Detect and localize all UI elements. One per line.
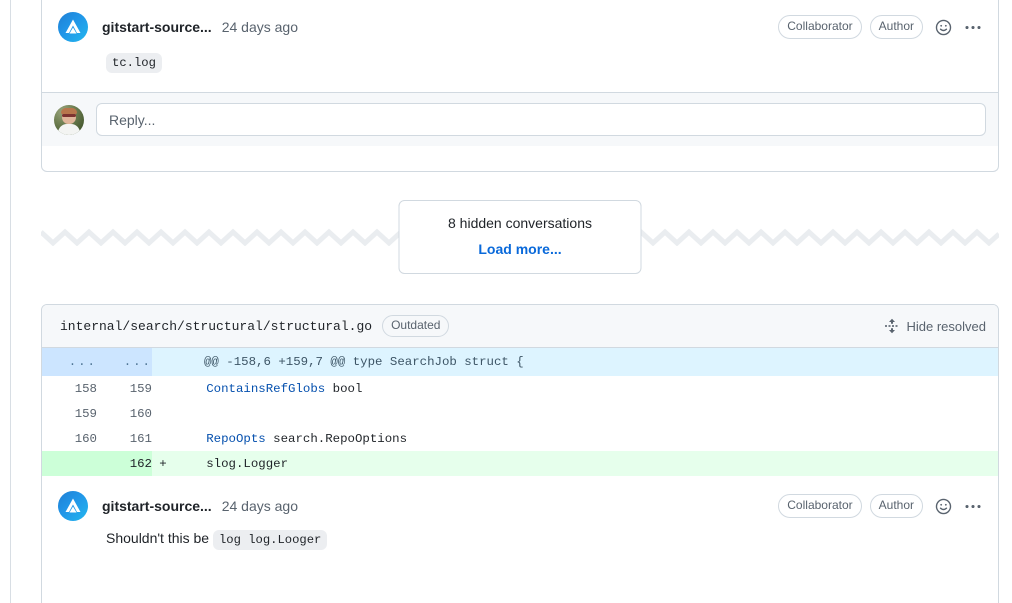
comment-timestamp[interactable]: 24 days ago bbox=[222, 19, 298, 35]
smiley-icon[interactable] bbox=[935, 19, 952, 36]
row-right-num: 161 bbox=[97, 426, 152, 451]
row-left-num: 159 bbox=[42, 401, 97, 426]
diff-table: ... ... @@ -158,6 +159,7 @@ type SearchJ… bbox=[42, 348, 998, 476]
gitstart-logo-avatar[interactable] bbox=[58, 12, 88, 42]
load-more-link[interactable]: Load more... bbox=[410, 238, 631, 260]
hidden-conversations-count: 8 hidden conversations bbox=[448, 215, 592, 231]
avatar-glasses bbox=[62, 113, 76, 117]
hunk-right-num: ... bbox=[97, 348, 152, 376]
diff-row-context: 159 160 bbox=[42, 401, 998, 426]
badge-author: Author bbox=[869, 494, 923, 518]
smiley-icon[interactable] bbox=[935, 498, 952, 515]
badge-collaborator: Collaborator bbox=[778, 15, 862, 39]
badge-collaborator: Collaborator bbox=[778, 494, 862, 518]
avatar-body bbox=[58, 123, 80, 135]
comment-timestamp[interactable]: 24 days ago bbox=[222, 498, 298, 514]
reply-row: Reply... bbox=[42, 92, 998, 146]
gitstart-logo-avatar[interactable] bbox=[58, 491, 88, 521]
reply-input[interactable]: Reply... bbox=[96, 103, 986, 136]
review-thread-file: internal/search/structural/structural.go… bbox=[41, 304, 999, 603]
row-right-num: 160 bbox=[97, 401, 152, 426]
row-left-num: 160 bbox=[42, 426, 97, 451]
row-code bbox=[174, 401, 998, 426]
row-sign bbox=[152, 426, 174, 451]
comment-author[interactable]: gitstart-source... bbox=[102, 19, 212, 35]
row-code: slog.Logger bbox=[174, 451, 998, 476]
hidden-conversations-divider: 8 hidden conversations Load more... bbox=[41, 200, 999, 276]
diff-row-context: 160 161 RepoOpts search.RepoOptions bbox=[42, 426, 998, 451]
comment-header: gitstart-source... 24 days ago Collabora… bbox=[42, 0, 998, 51]
row-left-num bbox=[42, 451, 97, 476]
diff-body: ... ... @@ -158,6 +159,7 @@ type SearchJ… bbox=[42, 348, 998, 476]
hide-resolved-button[interactable]: Hide resolved bbox=[884, 318, 987, 334]
pull-request-conversation-page: gitstart-source... 24 days ago Collabora… bbox=[0, 0, 1012, 603]
row-sign bbox=[152, 401, 174, 426]
row-code: ContainsRefGlobs bool bbox=[174, 376, 998, 401]
row-right-num: 162 bbox=[97, 451, 152, 476]
row-right-num: 159 bbox=[97, 376, 152, 401]
timeline-rail bbox=[10, 0, 11, 603]
inline-code: tc.log bbox=[106, 53, 162, 73]
review-thread-top: gitstart-source... 24 days ago Collabora… bbox=[41, 0, 999, 172]
hunk-text: @@ -158,6 +159,7 @@ type SearchJob struc… bbox=[174, 348, 998, 376]
code-token: ContainsRefGlobs bbox=[206, 381, 326, 396]
comment-header: gitstart-source... 24 days ago Collabora… bbox=[42, 476, 998, 528]
kebab-menu-icon[interactable] bbox=[964, 498, 982, 515]
file-header: internal/search/structural/structural.go… bbox=[42, 305, 998, 348]
hide-resolved-label: Hide resolved bbox=[906, 318, 987, 334]
comment-text: Shouldn't this be bbox=[106, 530, 210, 546]
code-rest: slog.Logger bbox=[206, 456, 289, 471]
code-rest: search.RepoOptions bbox=[265, 431, 408, 446]
row-sign: + bbox=[152, 451, 174, 476]
hidden-conversations-box: 8 hidden conversations Load more... bbox=[398, 200, 642, 274]
comment-body: Shouldn't this be log log.Looger bbox=[42, 528, 998, 569]
fold-icon bbox=[884, 318, 897, 334]
kebab-menu-icon[interactable] bbox=[964, 19, 982, 36]
inline-code: log log.Looger bbox=[212, 530, 328, 550]
diff-hunk-header-row: ... ... @@ -158,6 +159,7 @@ type SearchJ… bbox=[42, 348, 998, 376]
comment-body: tc.log bbox=[42, 51, 998, 92]
row-code: RepoOpts search.RepoOptions bbox=[174, 426, 998, 451]
diff-row-addition: 162 + slog.Logger bbox=[42, 451, 998, 476]
comment-author[interactable]: gitstart-source... bbox=[102, 498, 212, 514]
badge-outdated: Outdated bbox=[382, 315, 450, 337]
code-rest: bool bbox=[325, 381, 363, 396]
review-comment: gitstart-source... 24 days ago Collabora… bbox=[42, 476, 998, 569]
code-token: RepoOpts bbox=[206, 431, 266, 446]
row-sign bbox=[152, 376, 174, 401]
file-path[interactable]: internal/search/structural/structural.go bbox=[60, 319, 372, 334]
hunk-sign bbox=[152, 348, 174, 376]
row-left-num: 158 bbox=[42, 376, 97, 401]
user-photo-avatar[interactable] bbox=[54, 104, 84, 135]
review-comment: gitstart-source... 24 days ago Collabora… bbox=[42, 0, 998, 92]
hunk-left-num: ... bbox=[42, 348, 97, 376]
avatar-hair bbox=[61, 107, 77, 114]
badge-author: Author bbox=[869, 15, 923, 39]
diff-row-context: 158 159 ContainsRefGlobs bool bbox=[42, 376, 998, 401]
